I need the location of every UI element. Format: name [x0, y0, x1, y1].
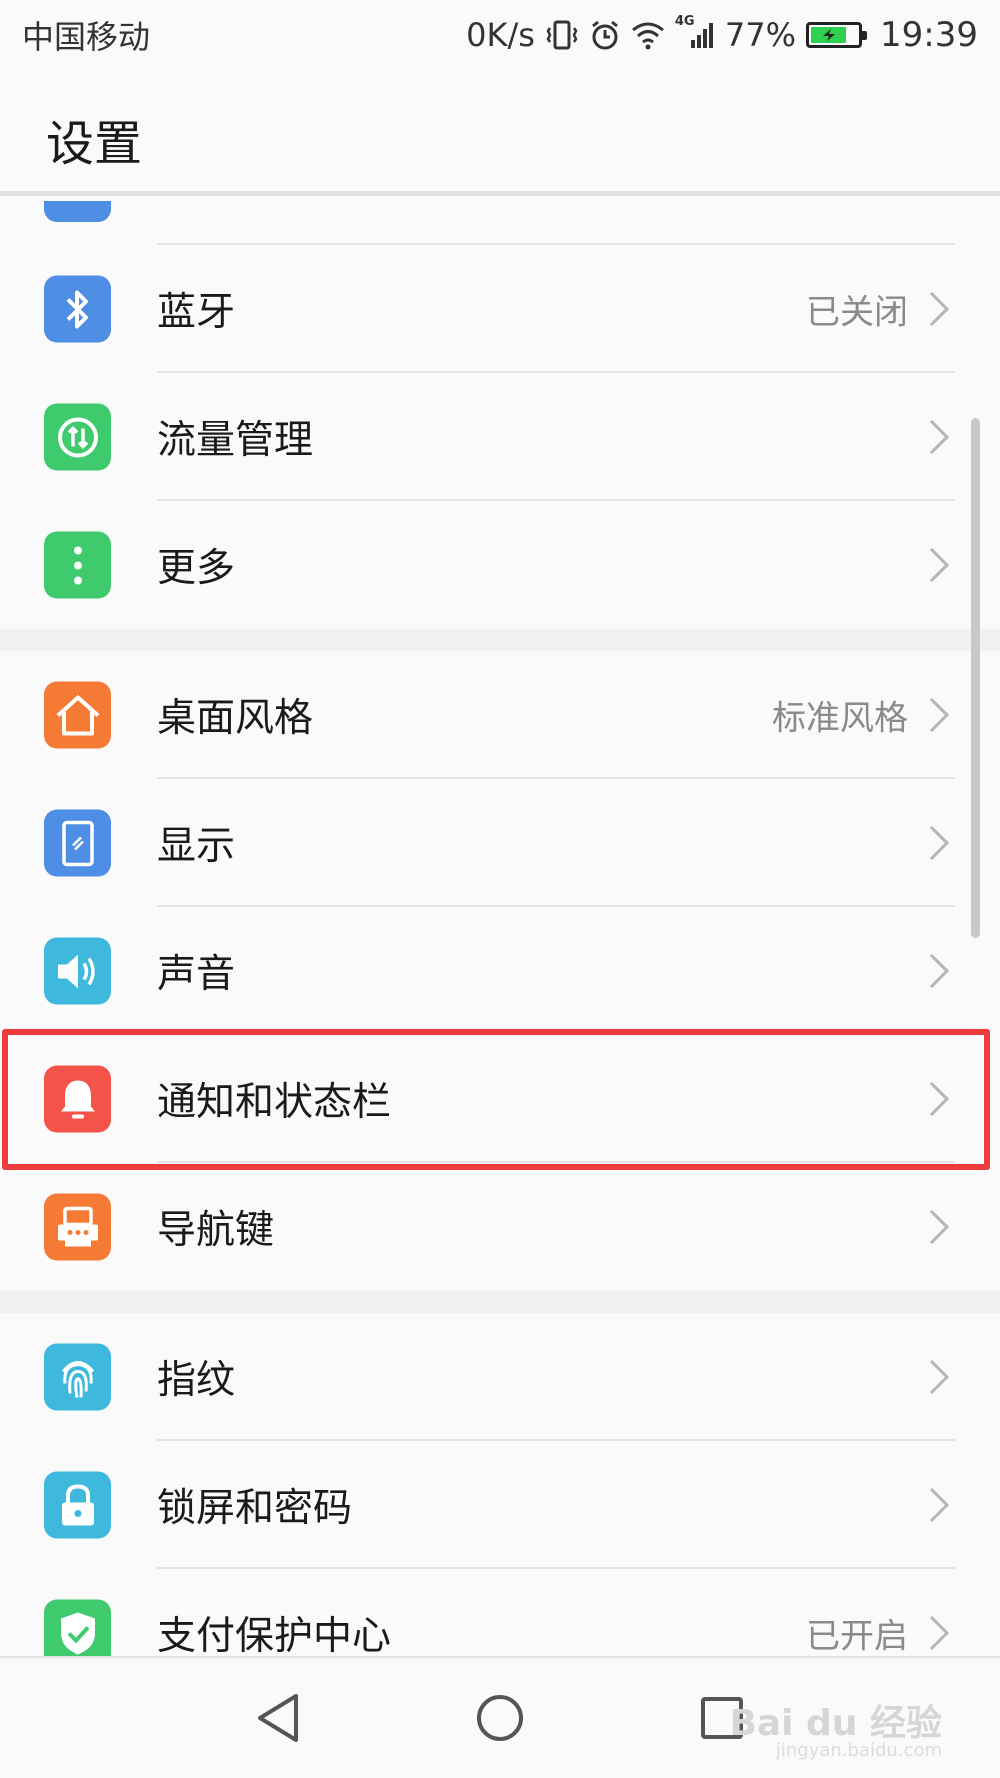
chevron-right-icon [929, 1209, 950, 1245]
home-icon [44, 681, 111, 749]
setting-item-label: 声音 [157, 952, 236, 997]
setting-item-value: 已关闭 [806, 292, 908, 333]
setting-item-display[interactable]: 显示 [0, 779, 1000, 907]
more-vertical-icon [44, 531, 111, 599]
partial-item-icon [44, 201, 111, 222]
chevron-right-icon [929, 419, 950, 455]
carrier-name: 中国移动 [22, 18, 151, 56]
chevron-right-icon [929, 697, 950, 733]
data-usage-icon [44, 403, 111, 471]
chevron-right-icon [929, 953, 950, 989]
partial-list-item [0, 201, 1000, 245]
lock-icon [44, 1471, 111, 1539]
chevron-right-icon [929, 1615, 950, 1651]
network-speed: 0K/s [466, 16, 535, 54]
home-button[interactable] [470, 1688, 530, 1748]
chevron-right-icon [929, 1359, 950, 1395]
home-circle-icon [477, 1695, 523, 1741]
wifi-icon [631, 20, 665, 50]
back-triangle-icon [258, 1694, 298, 1742]
chevron-right-icon [929, 825, 950, 861]
chevron-right-icon [929, 1487, 950, 1523]
setting-item-lock-screen[interactable]: 锁屏和密码 [0, 1441, 1000, 1569]
setting-item-home-style[interactable]: 桌面风格 标准风格 [0, 651, 1000, 779]
navigation-keys-icon [44, 1193, 111, 1261]
back-button[interactable] [249, 1688, 309, 1748]
setting-item-notifications[interactable]: 通知和状态栏 [0, 1035, 1000, 1163]
setting-item-label: 导航键 [157, 1208, 275, 1253]
watermark-url: jingyan.baidu.com [775, 1740, 942, 1761]
setting-item-label: 流量管理 [157, 418, 314, 463]
setting-item-label: 桌面风格 [157, 696, 314, 741]
display-icon [44, 809, 111, 877]
app-header: 设置 [0, 70, 1000, 196]
vibrate-icon [545, 18, 579, 52]
bell-icon [44, 1065, 111, 1133]
setting-item-payment-protection[interactable]: 支付保护中心 已开启 [0, 1569, 1000, 1656]
battery-icon [806, 22, 868, 48]
battery-percent: 77% [724, 16, 797, 54]
status-bar: 中国移动 0K/s 4G 77% 19:39 [0, 0, 1000, 70]
chevron-right-icon [929, 1081, 950, 1117]
page-title: 设置 [46, 116, 143, 172]
setting-item-more[interactable]: 更多 [0, 501, 1000, 629]
chevron-right-icon [929, 291, 950, 327]
shield-check-icon [44, 1599, 111, 1656]
settings-list[interactable]: 蓝牙 已关闭 流量管理 更多 桌面风格 标准风格 显示 声音 通知和状态栏 导航… [0, 201, 1000, 1656]
scrollbar[interactable] [971, 418, 980, 938]
setting-item-fingerprint[interactable]: 指纹 [0, 1313, 1000, 1441]
status-icons: 0K/s 4G 77% 19:39 [466, 14, 978, 55]
setting-item-label: 更多 [157, 546, 236, 591]
setting-item-label: 支付保护中心 [157, 1614, 392, 1656]
speaker-icon [44, 937, 111, 1005]
clock: 19:39 [880, 15, 978, 55]
setting-item-data-usage[interactable]: 流量管理 [0, 373, 1000, 501]
chevron-right-icon [929, 547, 950, 583]
watermark: Bai du 经验 [729, 1703, 942, 1744]
setting-item-label: 蓝牙 [157, 290, 236, 335]
navigation-bar: Bai du 经验 jingyan.baidu.com [0, 1656, 1000, 1778]
setting-item-label: 锁屏和密码 [157, 1486, 353, 1531]
alarm-icon [589, 19, 621, 51]
setting-item-value: 标准风格 [772, 698, 908, 739]
setting-item-navigation-keys[interactable]: 导航键 [0, 1163, 1000, 1291]
setting-item-sound[interactable]: 声音 [0, 907, 1000, 1035]
cell-signal-icon: 4G [675, 14, 715, 50]
network-type: 4G [674, 14, 695, 29]
setting-item-label: 通知和状态栏 [157, 1080, 392, 1125]
fingerprint-icon [44, 1343, 111, 1411]
group-separator [0, 1291, 1000, 1313]
bluetooth-icon [44, 275, 111, 343]
setting-item-label: 显示 [157, 824, 236, 869]
setting-item-bluetooth[interactable]: 蓝牙 已关闭 [0, 245, 1000, 373]
group-separator [0, 629, 1000, 651]
setting-item-value: 已开启 [806, 1616, 908, 1657]
setting-item-label: 指纹 [157, 1358, 236, 1403]
